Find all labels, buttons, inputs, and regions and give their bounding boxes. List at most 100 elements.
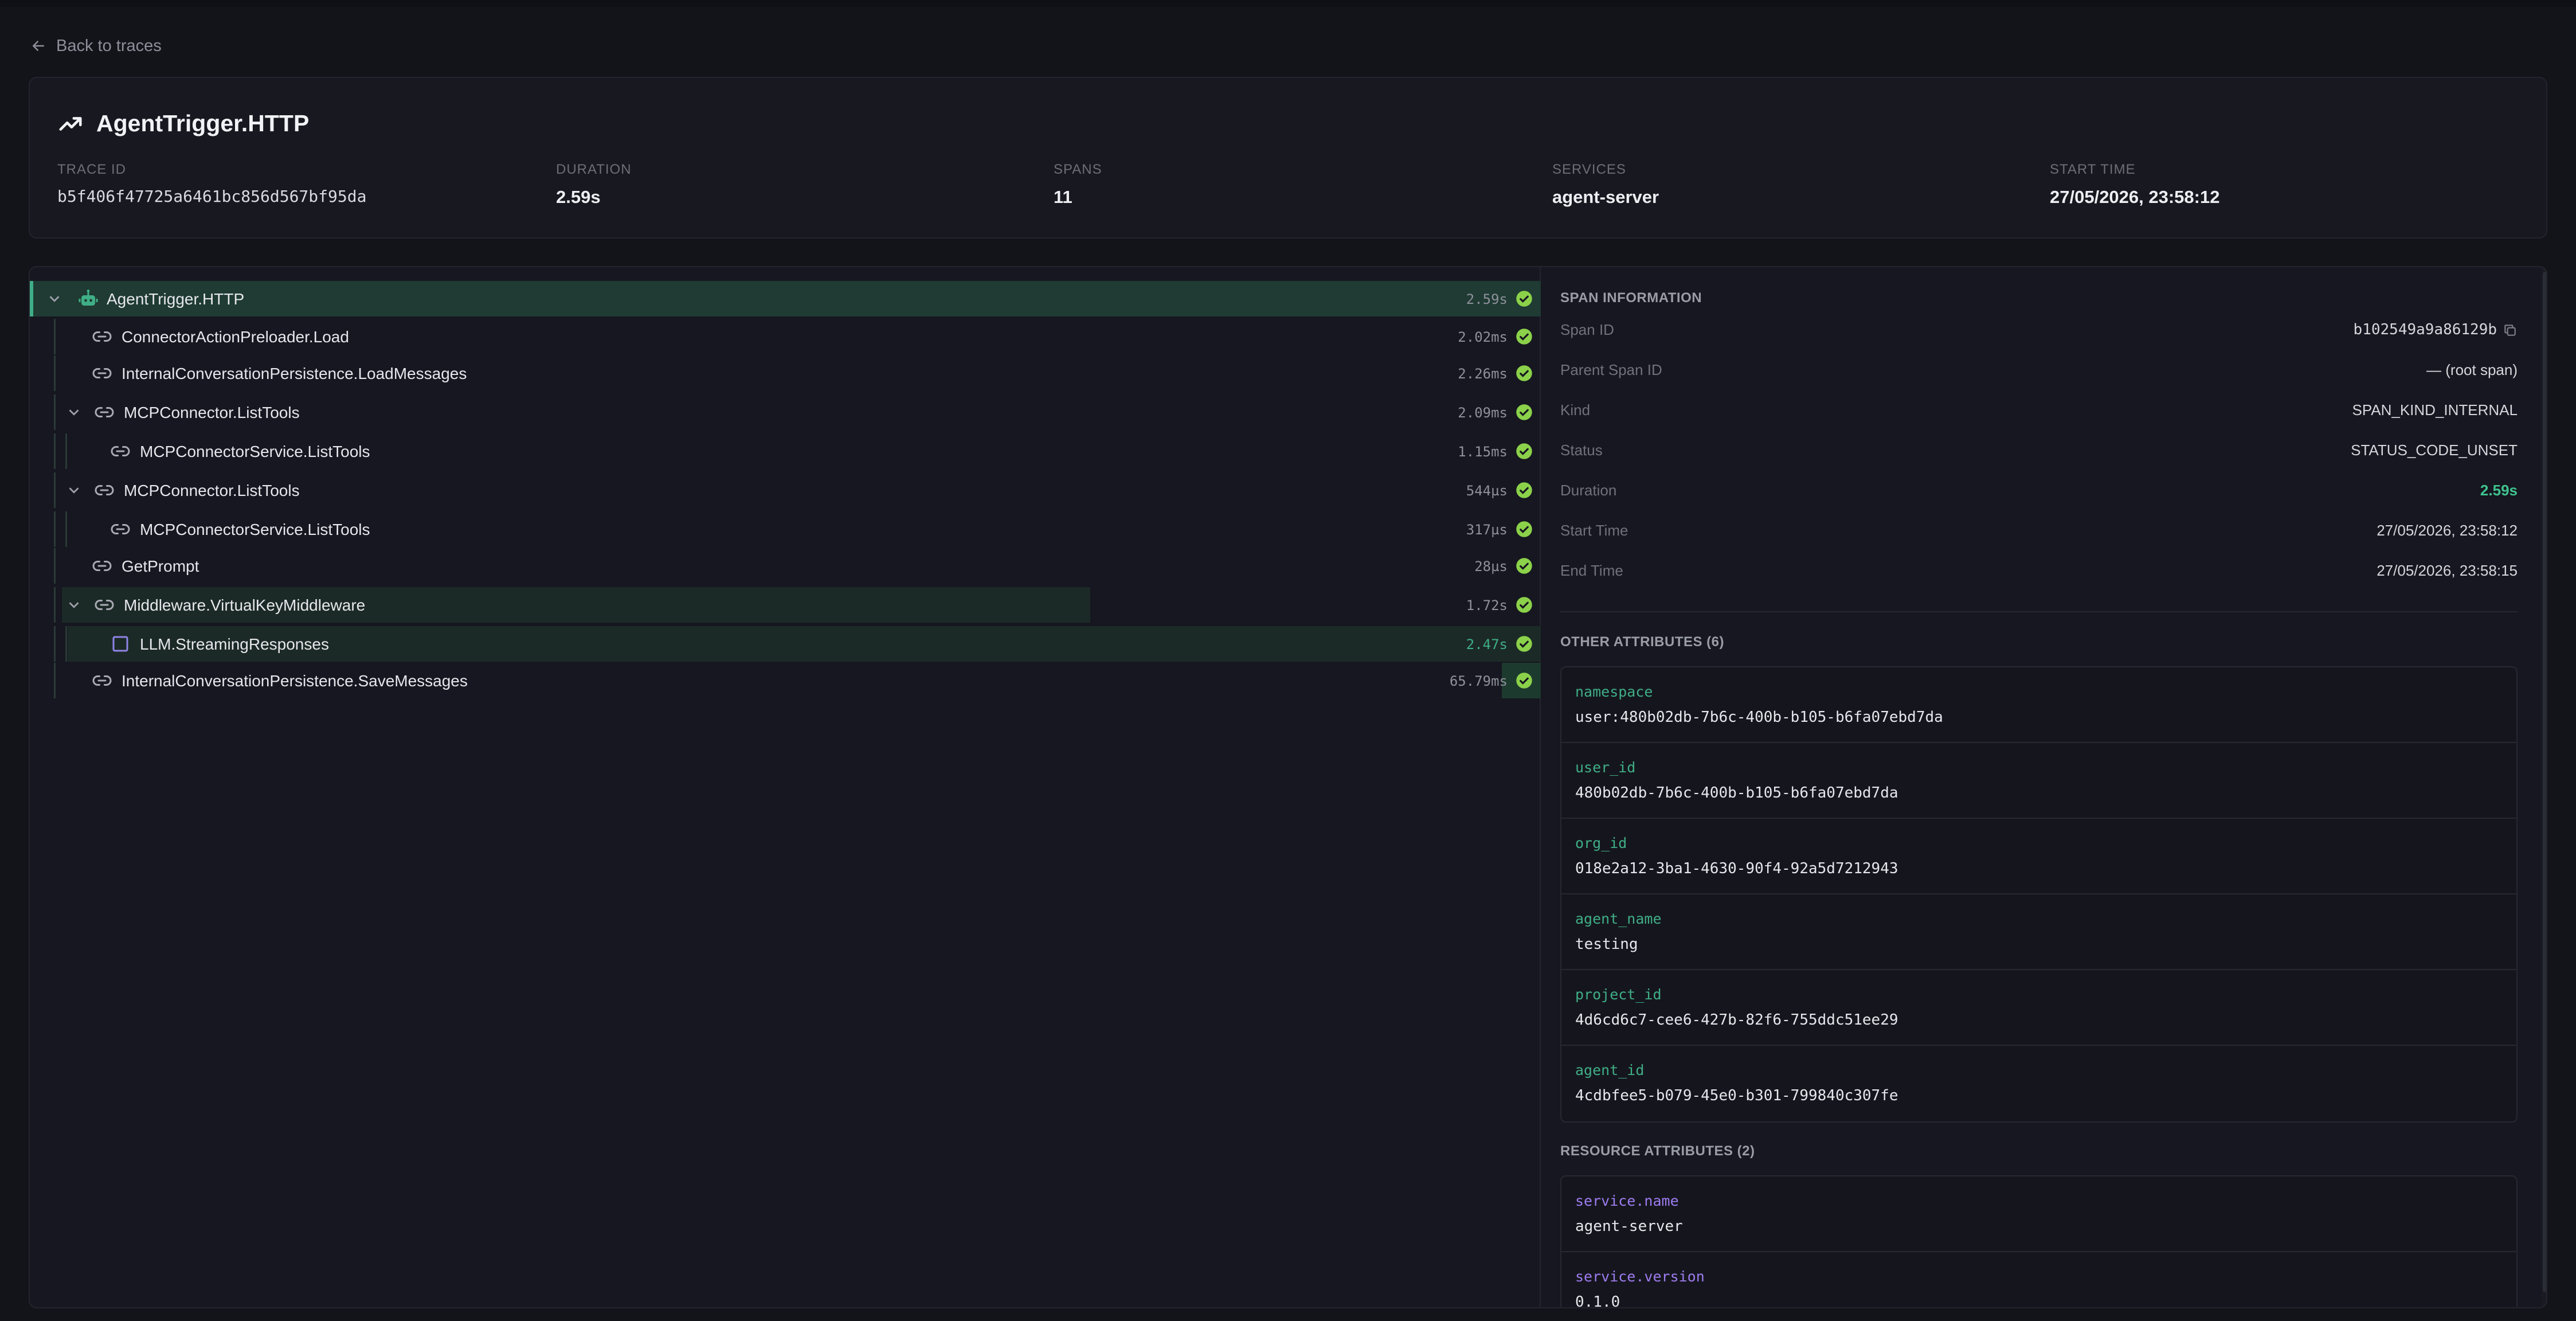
- span-duration: 28µs: [1474, 558, 1508, 574]
- check-circle-icon: [1516, 672, 1533, 689]
- attribute-key: project_id: [1575, 986, 1662, 1003]
- arrow-left-icon: [33, 41, 44, 51]
- attribute-item: user_id 480b02db-7b6c-400b-b105-b6fa07eb…: [1561, 743, 2516, 819]
- span-row[interactable]: MCPConnectorService.ListTools 317µs: [30, 511, 1541, 547]
- check-circle-icon: [1516, 521, 1533, 538]
- link-icon: [92, 670, 112, 691]
- resource-attributes-heading: RESOURCE ATTRIBUTES (2): [1560, 1143, 1755, 1159]
- info-row-status: Status STATUS_CODE_UNSET: [1560, 441, 2518, 462]
- attribute-key: namespace: [1575, 683, 1653, 700]
- tree-guide: [54, 355, 56, 391]
- info-value: STATUS_CODE_UNSET: [2351, 441, 2518, 459]
- attribute-value: testing: [1575, 936, 1638, 953]
- copy-icon[interactable]: [2503, 323, 2518, 338]
- chevron-down-icon[interactable]: [65, 482, 83, 499]
- link-icon: [92, 556, 112, 576]
- scrollbar-thumb[interactable]: [2543, 272, 2546, 1292]
- attribute-key: user_id: [1575, 759, 1636, 776]
- span-name: LLM.StreamingResponses: [140, 635, 329, 653]
- attribute-item: service.name agent-server: [1561, 1177, 2516, 1252]
- span-row[interactable]: ConnectorActionPreloader.Load 2.02ms: [30, 319, 1541, 354]
- attribute-key: service.name: [1575, 1193, 1679, 1209]
- start-time-value: 27/05/2026, 23:58:12: [2050, 187, 2220, 207]
- span-id-value: b102549a9a86129b: [2353, 321, 2497, 338]
- check-circle-icon: [1516, 404, 1533, 421]
- span-name: ConnectorActionPreloader.Load: [122, 328, 349, 346]
- tree-guide: [54, 663, 56, 698]
- info-row-duration: Duration 2.59s: [1560, 482, 2518, 502]
- span-duration: 1.15ms: [1458, 444, 1508, 460]
- attribute-value: 0.1.0: [1575, 1293, 1620, 1307]
- span-duration: 544µs: [1466, 483, 1508, 499]
- chevron-down-icon[interactable]: [65, 596, 83, 613]
- span-row[interactable]: InternalConversationPersistence.SaveMess…: [30, 663, 1541, 698]
- check-circle-icon: [1516, 557, 1533, 574]
- other-attributes-heading: OTHER ATTRIBUTES (6): [1560, 634, 1724, 650]
- meta-spans: SPANS 11: [1054, 162, 1102, 208]
- back-to-traces-link[interactable]: Back to traces: [30, 36, 162, 56]
- span-detail-panel[interactable]: SPAN INFORMATION Span ID b102549a9a86129…: [1542, 267, 2546, 1307]
- llm-square-icon: [110, 634, 131, 654]
- chevron-down-icon[interactable]: [46, 290, 63, 307]
- trending-icon: [59, 116, 82, 131]
- meta-label: DURATION: [556, 162, 632, 177]
- attribute-item: service.version 0.1.0: [1561, 1252, 2516, 1307]
- info-value: b102549a9a86129b: [2354, 321, 2518, 338]
- info-key: Duration: [1560, 482, 1617, 499]
- span-name: MCPConnector.ListTools: [124, 482, 300, 499]
- scrollbar[interactable]: [2542, 267, 2546, 1307]
- tree-guide: [65, 433, 67, 469]
- span-information-heading: SPAN INFORMATION: [1560, 290, 1702, 306]
- span-row[interactable]: AgentTrigger.HTTP 2.59s: [30, 281, 1541, 316]
- chevron-down-icon[interactable]: [65, 404, 83, 421]
- check-circle-icon: [1516, 365, 1533, 382]
- info-key: Parent Span ID: [1560, 361, 1662, 378]
- bot-icon: [78, 288, 99, 309]
- back-label: Back to traces: [56, 36, 162, 55]
- tree-guide: [54, 433, 56, 469]
- tree-guide: [65, 626, 67, 662]
- tree-guide: [54, 587, 56, 623]
- info-row-parent-span-id: Parent Span ID — (root span): [1560, 361, 2518, 382]
- info-value: SPAN_KIND_INTERNAL: [2352, 401, 2518, 419]
- meta-start-time: START TIME 27/05/2026, 23:58:12: [2050, 162, 2219, 208]
- attribute-key: agent_name: [1575, 910, 1662, 927]
- top-strip: [0, 0, 2576, 7]
- tree-guide: [54, 511, 56, 547]
- link-icon: [94, 480, 115, 501]
- trace-title: AgentTrigger.HTTP: [57, 110, 309, 137]
- meta-label: SPANS: [1054, 162, 1102, 177]
- span-name: MCPConnectorService.ListTools: [140, 443, 370, 460]
- tree-guide: [54, 394, 56, 430]
- span-name: MCPConnectorService.ListTools: [140, 521, 370, 538]
- check-circle-icon: [1516, 443, 1533, 460]
- info-value: 2.59s: [2480, 482, 2518, 499]
- span-row[interactable]: GetPrompt 28µs: [30, 548, 1541, 584]
- span-row[interactable]: LLM.StreamingResponses 2.47s: [30, 626, 1541, 662]
- span-duration: 2.26ms: [1458, 366, 1508, 382]
- link-icon: [92, 326, 112, 347]
- other-attributes-list: namespace user:480b02db-7b6c-400b-b105-b…: [1560, 666, 2518, 1123]
- span-row[interactable]: MCPConnectorService.ListTools 1.15ms: [30, 433, 1541, 469]
- link-icon: [94, 595, 115, 615]
- span-row[interactable]: MCPConnector.ListTools 2.09ms: [30, 394, 1541, 430]
- meta-label: START TIME: [2050, 162, 2136, 177]
- tree-guide: [54, 472, 56, 508]
- span-tree: AgentTrigger.HTTP 2.59s ConnectorActionP…: [30, 267, 1541, 1307]
- span-row[interactable]: MCPConnector.ListTools 544µs: [30, 472, 1541, 508]
- span-duration: 317µs: [1466, 522, 1508, 538]
- span-name: Middleware.VirtualKeyMiddleware: [124, 596, 366, 614]
- span-row[interactable]: InternalConversationPersistence.LoadMess…: [30, 355, 1541, 391]
- tree-guide: [54, 626, 56, 662]
- attribute-item: org_id 018e2a12-3ba1-4630-90f4-92a5d7212…: [1561, 819, 2516, 894]
- check-circle-icon: [1516, 482, 1533, 499]
- span-duration: 2.02ms: [1458, 329, 1508, 345]
- trace-id-value: b5f406f47725a6461bc856d567bf95da: [57, 187, 367, 206]
- span-duration: 65.79ms: [1449, 673, 1508, 689]
- meta-services: SERVICES agent-server: [1552, 162, 1659, 208]
- span-name: InternalConversationPersistence.SaveMess…: [122, 672, 468, 690]
- attribute-item: agent_name testing: [1561, 894, 2516, 970]
- info-key: Kind: [1560, 401, 1591, 419]
- span-row[interactable]: Middleware.VirtualKeyMiddleware 1.72s: [30, 587, 1541, 623]
- attribute-value: 4cdbfee5-b079-45e0-b301-799840c307fe: [1575, 1087, 1898, 1104]
